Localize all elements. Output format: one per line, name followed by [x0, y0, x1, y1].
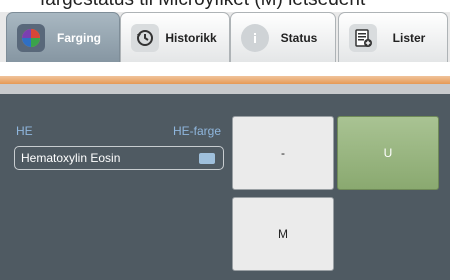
color-wheel-icon: [17, 23, 45, 52]
tab-status[interactable]: Status: [230, 12, 336, 62]
stain-label: HE: [16, 124, 33, 138]
stain-value: Hematoxylin Eosin: [21, 151, 121, 165]
u-button[interactable]: U: [337, 116, 439, 190]
m-button[interactable]: M: [232, 197, 334, 271]
tab-bar: Farging Historikk Status Lister: [0, 12, 450, 62]
tab-lister-label: Lister: [392, 30, 426, 45]
tab-lister[interactable]: Lister: [338, 12, 448, 62]
info-icon: [241, 23, 269, 52]
minus-button[interactable]: -: [232, 116, 334, 190]
history-icon: [131, 23, 159, 52]
stain-type-label: HE-farge: [173, 124, 222, 138]
stain-select-field[interactable]: Hematoxylin Eosin: [14, 146, 224, 170]
tab-historikk[interactable]: Historikk: [120, 12, 230, 62]
tab-status-label: Status: [280, 30, 318, 45]
tab-historikk-label: Historikk: [165, 30, 217, 45]
divider: [0, 84, 450, 94]
tab-farging-label: Farging: [57, 30, 101, 45]
accent-stripe: [0, 76, 450, 84]
list-icon: [349, 23, 377, 52]
tab-farging[interactable]: Farging: [6, 12, 120, 62]
header-divider: [0, 62, 450, 76]
instruction-text: fargestatus til Microyflket (M) letseden…: [40, 0, 450, 12]
keyboard-icon: [199, 152, 215, 164]
